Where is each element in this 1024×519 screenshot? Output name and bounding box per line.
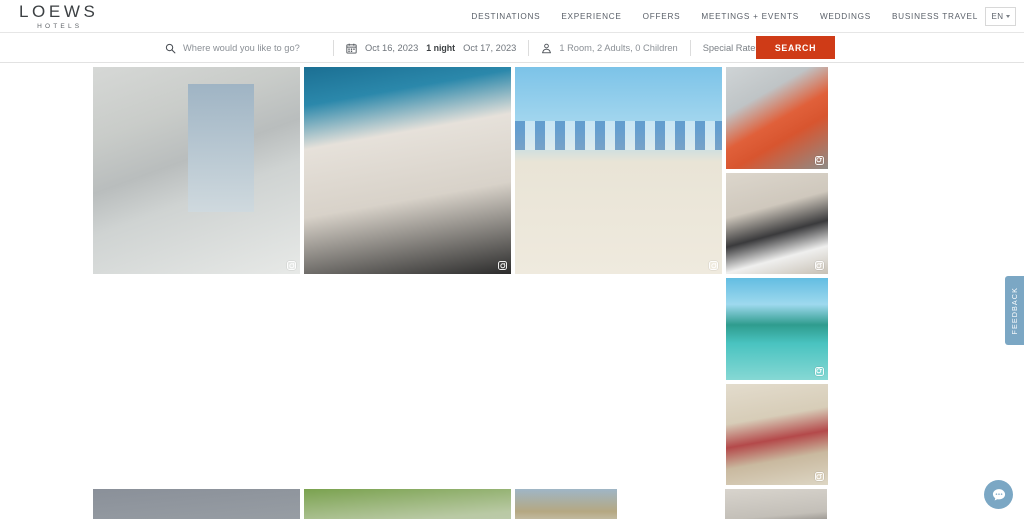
tile-kids-beach-paddle[interactable] xyxy=(515,67,722,274)
chevron-down-icon xyxy=(1005,15,1010,18)
nights-count: 1 night xyxy=(426,43,456,53)
feedback-tab[interactable]: FEEDBACK xyxy=(1005,276,1024,345)
special-rates-label: Special Rates xyxy=(702,43,761,53)
photo xyxy=(725,489,827,519)
brand-logo-main: LOEWS xyxy=(19,2,99,21)
page-root: LOEWS HOTELS DESTINATIONS EXPERIENCE OFF… xyxy=(0,0,1024,519)
brand-logo[interactable]: LOEWS HOTELS xyxy=(19,3,98,32)
instagram-icon xyxy=(287,261,296,270)
gallery-quad-3 xyxy=(725,489,931,519)
instagram-icon xyxy=(814,366,824,376)
gallery-quad-1 xyxy=(726,67,931,485)
tile-family-hotel-room[interactable] xyxy=(93,67,300,274)
search-button[interactable]: SEARCH xyxy=(756,36,835,59)
search-icon xyxy=(165,43,176,53)
tile-woman-leather-pants[interactable] xyxy=(725,489,827,519)
check-in-date: Oct 16, 2023 xyxy=(365,43,419,53)
nav-item-offers[interactable]: OFFERS xyxy=(643,12,681,21)
tile-woman-red-dress-desert[interactable] xyxy=(726,383,828,485)
language-selector-label: EN xyxy=(991,12,1004,21)
instagram-icon xyxy=(814,261,824,270)
instagram-icon xyxy=(814,472,824,481)
primary-navigation: DESTINATIONS EXPERIENCE OFFERS MEETINGS … xyxy=(471,0,978,33)
instagram-gallery: LOAD MORE CONTENT xyxy=(93,63,931,519)
nav-item-business-travel[interactable]: BUSINESS TRAVEL xyxy=(892,12,978,21)
brand-logo-sub: HOTELS xyxy=(37,23,83,30)
tile-couple-mirror-selfie[interactable] xyxy=(726,172,828,274)
tile-ice-skating[interactable] xyxy=(515,489,617,519)
tile-resort-pool[interactable] xyxy=(726,278,828,380)
chat-bubble-icon xyxy=(992,488,1005,501)
site-header: LOEWS HOTELS DESTINATIONS EXPERIENCE OFF… xyxy=(0,0,1024,33)
tile-fashion-black-gown[interactable] xyxy=(93,489,300,519)
photo xyxy=(93,489,300,519)
photo xyxy=(515,489,617,519)
photo xyxy=(726,383,828,485)
photo xyxy=(304,67,511,274)
instagram-icon xyxy=(498,261,507,270)
instagram-icon xyxy=(814,155,824,165)
photo xyxy=(726,278,828,380)
photo xyxy=(515,67,722,274)
nav-item-experience[interactable]: EXPERIENCE xyxy=(561,12,621,21)
chat-button[interactable] xyxy=(984,480,1013,509)
calendar-icon xyxy=(346,43,357,53)
gallery-quad-2 xyxy=(515,489,721,519)
language-selector[interactable]: EN xyxy=(985,7,1016,26)
gallery-row-1 xyxy=(93,67,931,485)
booking-search-bar: Where would you like to go? Oct 16, 2023… xyxy=(0,33,1024,63)
photo xyxy=(726,67,828,169)
destination-placeholder: Where would you like to go? xyxy=(183,43,300,53)
occupancy-label: 1 Room, 2 Adults, 0 Children xyxy=(559,43,678,53)
date-range-picker[interactable]: Oct 16, 2023 1 night Oct 17, 2023 xyxy=(334,33,528,63)
photo xyxy=(93,67,300,274)
photo xyxy=(304,489,511,519)
feedback-tab-label: FEEDBACK xyxy=(1010,286,1019,335)
tile-wedding-ceremony[interactable] xyxy=(304,489,511,519)
destination-input[interactable]: Where would you like to go? xyxy=(153,33,333,63)
photo xyxy=(726,172,828,274)
tile-woman-at-bar[interactable] xyxy=(304,67,511,274)
gallery-row-2 xyxy=(93,489,931,519)
nav-item-destinations[interactable]: DESTINATIONS xyxy=(471,12,540,21)
instagram-icon xyxy=(709,261,718,270)
tile-kids-orange-sofa[interactable] xyxy=(726,67,828,169)
nav-item-weddings[interactable]: WEDDINGS xyxy=(820,12,871,21)
person-icon xyxy=(542,43,552,53)
occupancy-selector[interactable]: 1 Room, 2 Adults, 0 Children xyxy=(529,33,689,63)
nav-item-meetings-events[interactable]: MEETINGS + EVENTS xyxy=(701,12,799,21)
check-out-date: Oct 17, 2023 xyxy=(463,43,517,53)
